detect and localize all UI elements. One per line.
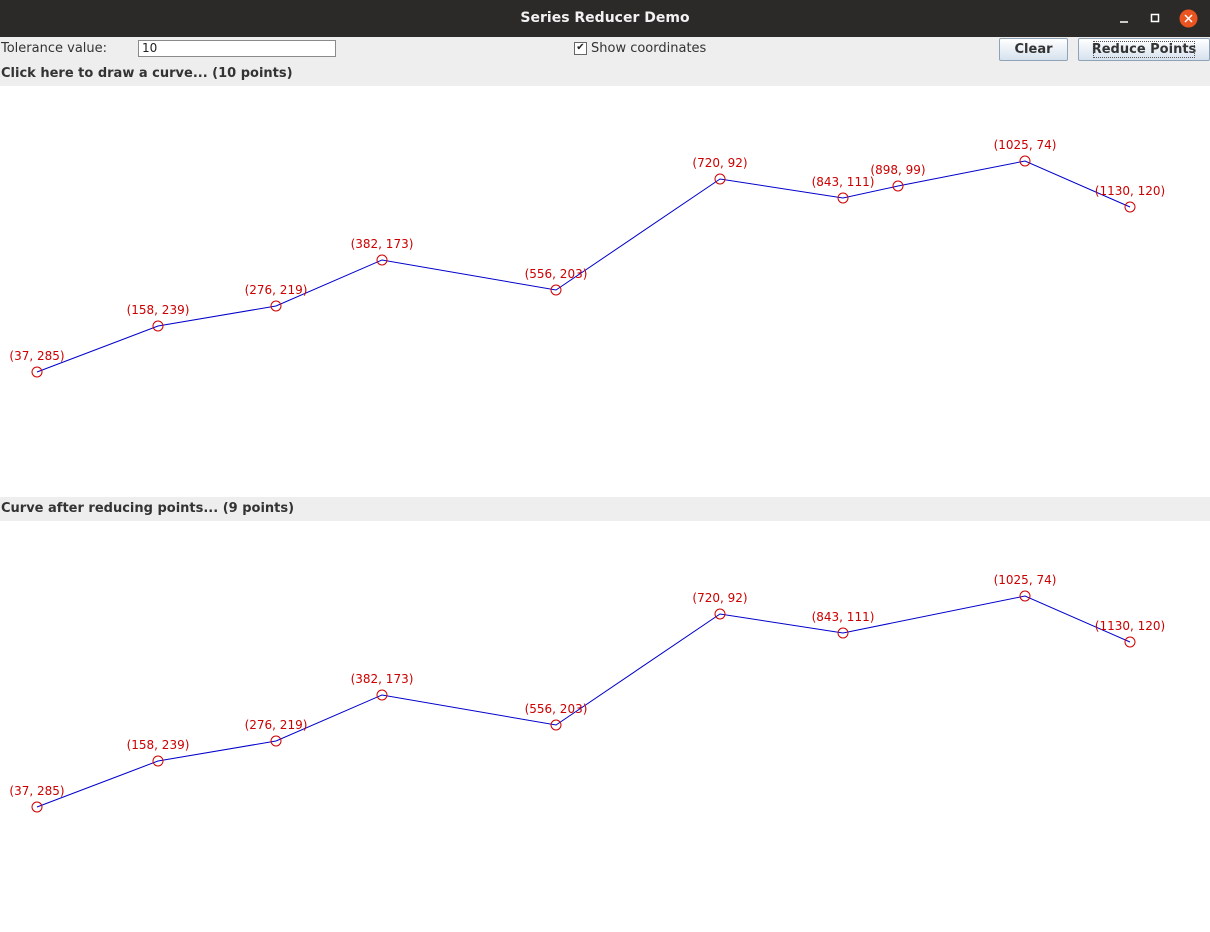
show-coordinates-label[interactable]: Show coordinates	[591, 41, 706, 56]
maximize-icon[interactable]	[1146, 9, 1165, 28]
original-point-label: (1130, 120)	[1095, 184, 1165, 198]
reduced-point-label: (37, 285)	[9, 784, 64, 798]
reduced-point-label: (843, 111)	[812, 610, 875, 624]
reduced-point-label: (158, 239)	[127, 738, 190, 752]
reduced-curve-canvas: (37, 285) (158, 239) (276, 219) (382, 173) (…	[0, 521, 1210, 932]
tolerance-input[interactable]: 10	[138, 40, 336, 57]
reduced-point-label: (556, 203)	[525, 702, 588, 716]
original-point-label: (276, 219)	[245, 283, 308, 297]
title-bar: Series Reducer Demo	[0, 0, 1210, 37]
reduced-curve-label: Curve after reducing points... (9 points…	[1, 501, 295, 516]
original-curve-label: Click here to draw a curve... (10 points…	[1, 66, 293, 81]
original-point-label: (556, 203)	[525, 267, 588, 281]
original-curve-plot: (37, 285) (158, 239) (276, 219) (382, 173) (…	[9, 138, 1165, 378]
window-title: Series Reducer Demo	[520, 10, 690, 26]
original-point-label: (158, 239)	[127, 303, 190, 317]
reduced-point-label: (276, 219)	[245, 718, 308, 732]
reduce-points-button[interactable]: Reduce Points	[1078, 38, 1210, 61]
original-curve-canvas[interactable]: (37, 285) (158, 239) (276, 219) (382, 173) (…	[0, 86, 1210, 497]
original-point-label: (898, 99)	[870, 163, 925, 177]
reduced-point-label: (1130, 120)	[1095, 619, 1165, 633]
tolerance-label: Tolerance value:	[1, 41, 108, 56]
focus-ring	[1093, 41, 1195, 58]
reduced-point-label: (1025, 74)	[994, 573, 1057, 587]
reduced-point-label: (382, 173)	[351, 672, 414, 686]
close-icon[interactable]	[1179, 9, 1198, 28]
original-point-label: (720, 92)	[692, 156, 747, 170]
original-point-label: (382, 173)	[351, 237, 414, 251]
reduced-point-label: (720, 92)	[692, 591, 747, 605]
original-point-label: (1025, 74)	[994, 138, 1057, 152]
reduced-curve-plot: (37, 285) (158, 239) (276, 219) (382, 173) (…	[9, 573, 1165, 813]
clear-button[interactable]: Clear	[999, 38, 1068, 61]
minimize-icon[interactable]	[1115, 9, 1134, 28]
original-point-label: (37, 285)	[9, 349, 64, 363]
show-coordinates-checkbox[interactable]: ✔	[574, 42, 587, 55]
original-point-label: (843, 111)	[812, 175, 875, 189]
